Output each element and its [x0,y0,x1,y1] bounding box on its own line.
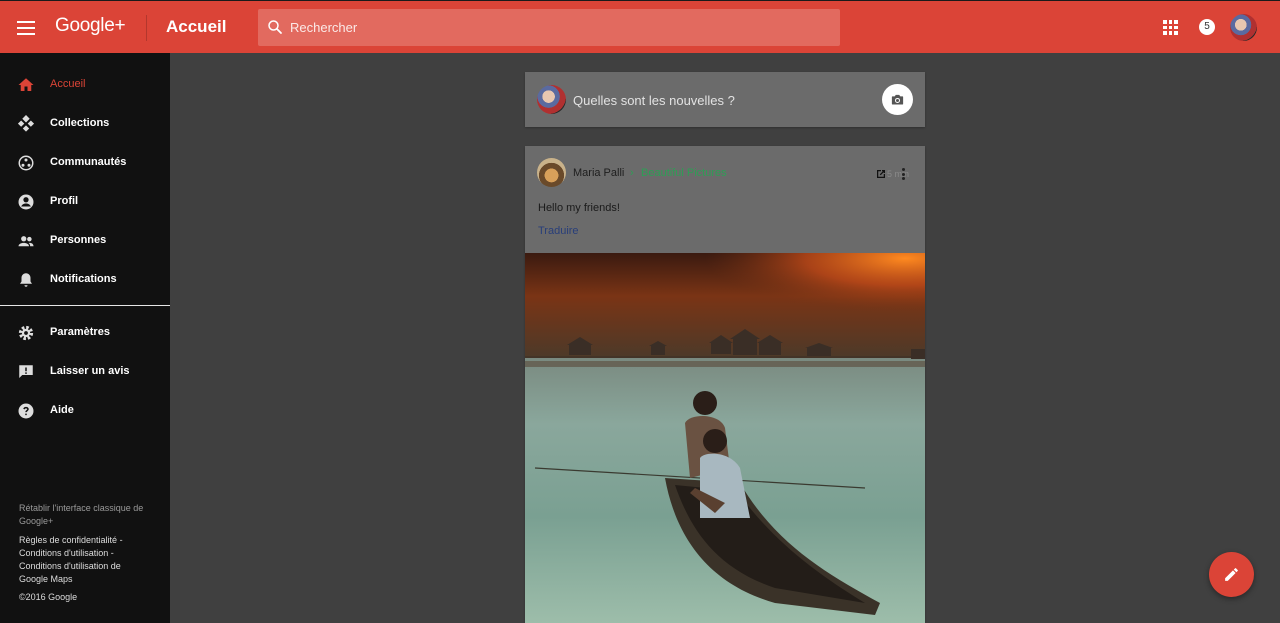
open-external-icon[interactable] [875,168,887,180]
post-text: Hello my friends! [538,202,620,214]
more-options-icon[interactable] [902,168,906,180]
search-icon [268,20,282,34]
camera-icon [891,94,904,105]
sidebar-item-label: Collections [50,117,110,129]
divider [146,15,147,41]
sidebar-item-notifications[interactable]: Notifications [0,261,170,299]
compose-post-button[interactable] [1209,552,1254,597]
people-icon [18,236,34,247]
copyright: ©2016 Google [19,592,78,602]
author-avatar[interactable] [537,158,566,187]
sidebar-item-people[interactable]: Personnes [0,222,170,260]
footer-text: Google+ [19,516,54,526]
pencil-icon [1225,568,1238,581]
search-box[interactable] [258,9,840,46]
notification-count-badge[interactable]: 5 [1199,19,1215,35]
sidebar-item-collections[interactable]: Collections [0,105,170,143]
post-card: Maria Palli › Beautiful Pictures 5 min H… [525,146,925,623]
privacy-link[interactable]: Règles de confidentialité - [19,535,123,545]
menu-icon[interactable] [17,21,35,35]
help-icon [18,403,34,419]
collections-icon [17,115,35,132]
terms-link[interactable]: Conditions d'utilisation - [19,548,114,558]
post-author[interactable]: Maria Palli [573,167,624,179]
sidebar-divider [0,305,170,306]
sidebar-item-label: Communautés [50,156,127,168]
sidebar-item-help[interactable]: Aide [0,392,170,430]
sidebar-item-label: Accueil [50,78,86,90]
sidebar-item-label: Paramètres [50,326,110,338]
gear-icon [18,325,34,341]
post-community[interactable]: Beautiful Pictures [641,167,727,179]
translate-link[interactable]: Traduire [538,225,579,237]
sidebar-item-communities[interactable]: Communautés [0,144,170,182]
footer-text: Rétablir l'interface classique de [19,503,144,513]
post-photo[interactable] [525,253,925,623]
apps-grid-icon[interactable] [1163,20,1178,35]
footer-links: Règles de confidentialité - Conditions d… [19,534,123,586]
top-bar: Google+ Accueil 5 [0,0,1280,53]
restore-classic-link[interactable]: Rétablir l'interface classique de Google… [19,502,143,528]
sidebar-item-feedback[interactable]: Laisser un avis [0,353,170,391]
maps-terms-link[interactable]: Google Maps [19,574,73,584]
search-input[interactable] [290,9,830,46]
maps-terms-link[interactable]: Conditions d'utilisation de [19,561,121,571]
page-title: Accueil [166,17,227,36]
home-icon [18,78,34,91]
google-plus-logo[interactable]: Google+ [55,15,126,37]
account-avatar[interactable] [1230,14,1257,41]
sidebar-item-label: Aide [50,404,74,416]
sidebar-item-label: Notifications [50,273,117,285]
share-box[interactable]: Quelles sont les nouvelles ? [525,72,925,127]
add-photo-button[interactable] [882,84,913,115]
sidebar: Accueil Collections Communautés Profil P… [0,53,170,623]
avatar [537,85,566,114]
sidebar-item-label: Personnes [50,234,107,246]
feedback-icon [19,365,33,378]
sidebar-item-profile[interactable]: Profil [0,183,170,221]
community-separator: › [630,167,634,179]
sidebar-item-label: Laisser un avis [50,365,130,377]
communities-icon [18,155,34,171]
share-box-prompt[interactable]: Quelles sont les nouvelles ? [573,93,735,108]
profile-icon [18,194,34,210]
sidebar-item-home[interactable]: Accueil [0,66,170,104]
sidebar-item-settings[interactable]: Paramètres [0,314,170,352]
bell-icon [20,273,32,287]
sidebar-item-label: Profil [50,195,79,207]
